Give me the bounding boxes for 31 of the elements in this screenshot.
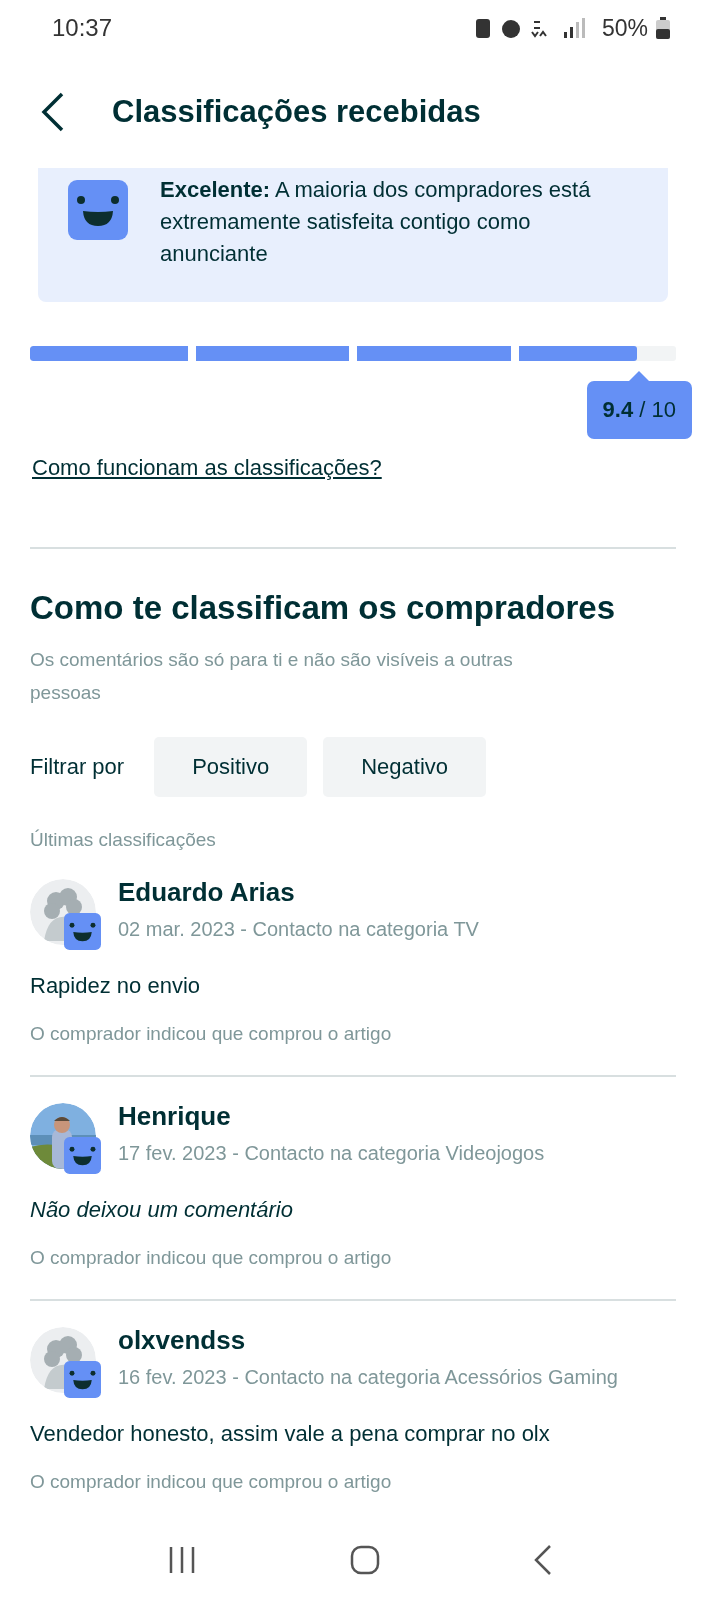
summary-text: Excelente: A maioria dos compradores está extremamente satisfeita contigo como anunciante [160, 176, 592, 268]
list-title: Últimas classificações [30, 829, 217, 851]
smiley-icon [68, 180, 128, 240]
help-link[interactable]: Como funcionam as classificações? [32, 455, 382, 481]
review-meta: 16 fev. 2023 - Contacto na categoria Acessórios Gaming [118, 1366, 618, 1389]
filter-chip[interactable]: Positivo [154, 737, 308, 797]
review-meta: 17 fev. 2023 - Contacto na categoria Videojogos [118, 1142, 545, 1165]
home-icon[interactable] [350, 1545, 380, 1575]
status-time: 10:37 [52, 14, 113, 42]
review-meta: 02 mar. 2023 - Contacto na categoria TV [118, 918, 479, 941]
page-title: Classificações recebidas [112, 94, 481, 130]
battery-icon [656, 17, 670, 39]
smiley-icon [64, 913, 101, 950]
section-title: Como te classificam os compradores [30, 589, 617, 627]
reviewer-name: Henrique [118, 1101, 232, 1132]
review-comment: Vendedor honesto, assim vale a pena comprar no olx [30, 1421, 551, 1447]
back-nav-icon[interactable] [533, 1544, 554, 1576]
smiley-icon [64, 1137, 101, 1174]
review-comment: Rapidez no envio [30, 973, 201, 999]
filter-chip[interactable]: Negativo [323, 737, 486, 797]
battery-percent: 50% [601, 14, 648, 42]
filter-label: Filtrar por [30, 754, 125, 780]
purchase-note: O comprador indicou que comprou o artigo [30, 1247, 393, 1269]
reviewer-name: Eduardo Arias [118, 877, 296, 908]
reviewer-name: olxvendss [118, 1325, 247, 1356]
purchase-note: O comprador indicou que comprou o artigo [30, 1471, 393, 1493]
review-comment: Não deixou um comentário [30, 1197, 294, 1223]
purchase-note: O comprador indicou que comprou o artigo [30, 1023, 393, 1045]
smiley-icon [64, 1361, 101, 1398]
section-subtitle: Os comentários são só para ti e não são visíveis a outras pessoas [30, 648, 514, 705]
badge-pointer-icon [629, 371, 650, 381]
